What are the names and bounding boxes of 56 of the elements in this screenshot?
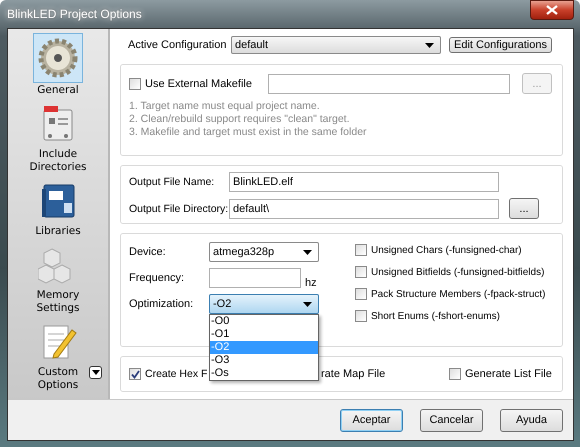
checkbox-label: Generate List File: [465, 368, 552, 380]
caret-icon: [425, 42, 434, 48]
dialog-button[interactable]: Ayuda: [500, 408, 563, 432]
sidebar-item[interactable]: Custom Options: [8, 319, 108, 392]
checkbox[interactable]: [355, 310, 367, 322]
caret-icon: [303, 302, 312, 306]
checkbox[interactable]: [355, 244, 367, 256]
close-icon: [546, 5, 558, 15]
frequency-field[interactable]: [209, 268, 301, 288]
note-text: 2. Clean/rebuild support requires "clean" target.: [129, 113, 350, 126]
configuration-dropdown[interactable]: default: [231, 36, 441, 54]
dropdown-option[interactable]: -O3: [210, 354, 318, 367]
checkbox-label: Create Hex F: [145, 368, 208, 380]
dropdown-option[interactable]: -O0: [210, 315, 318, 328]
checkbox[interactable]: [129, 368, 141, 380]
device-dropdown[interactable]: atmega328p: [209, 242, 319, 262]
checkbox-label: Unsigned Chars (-funsigned-char): [371, 244, 522, 256]
dialog-button[interactable]: Cancelar: [420, 408, 483, 432]
sidebar-item[interactable]: Libraries: [8, 178, 108, 238]
checkbox-label: Unsigned Bitfields (-funsigned-bitfields): [371, 266, 544, 278]
checkbox-label: Short Enums (-fshort-enums): [371, 310, 500, 322]
window-title: BlinkLED Project Options: [7, 7, 142, 21]
makefile-path-field[interactable]: [268, 74, 510, 94]
dropdown-option[interactable]: -O1: [210, 328, 318, 341]
field-label: Optimization:: [129, 298, 194, 310]
sidebar-item[interactable]: Memory Settings: [8, 242, 108, 315]
checkbox-label: rate Map File: [321, 368, 386, 380]
optimization-dropdown[interactable]: -O2: [209, 294, 319, 314]
checkbox-label: Use External Makefile: [145, 78, 252, 90]
field-label: Device:: [129, 246, 167, 258]
field-label: Active Configuration: [128, 39, 228, 51]
browse-button[interactable]: ...: [509, 198, 539, 219]
text-field[interactable]: BlinkLED.elf: [229, 172, 499, 192]
field-label: Output File Name:: [129, 176, 216, 188]
note-text: 3. Makefile and target must exist in the same folder: [129, 126, 368, 139]
dialog-button[interactable]: Aceptar: [340, 408, 403, 432]
caret-icon: [92, 370, 100, 375]
scroll-down-button[interactable]: [89, 366, 102, 379]
checkbox[interactable]: [355, 288, 367, 300]
checkbox-label: Pack Structure Members (-fpack-struct): [371, 288, 546, 300]
sidebar-item[interactable]: Include Directories: [8, 101, 108, 174]
edit-configurations-button[interactable]: Edit Configurations: [449, 37, 552, 53]
field-label: Frequency:: [129, 272, 186, 284]
check-icon: [130, 370, 140, 378]
checkbox[interactable]: [129, 78, 141, 90]
checkbox[interactable]: [355, 266, 367, 278]
note-text: 1. Target name must equal project name.: [129, 100, 321, 113]
dropdown-option[interactable]: -Os: [210, 367, 318, 380]
caret-icon: [303, 250, 312, 254]
text-field[interactable]: default\: [229, 198, 499, 218]
sidebar-item[interactable]: General: [8, 33, 108, 97]
unit-label: hz: [305, 277, 317, 289]
checkbox[interactable]: [449, 368, 461, 380]
gear-icon: [38, 38, 78, 78]
field-label: Output File Directory:: [129, 202, 229, 214]
close-button[interactable]: [530, 0, 574, 20]
